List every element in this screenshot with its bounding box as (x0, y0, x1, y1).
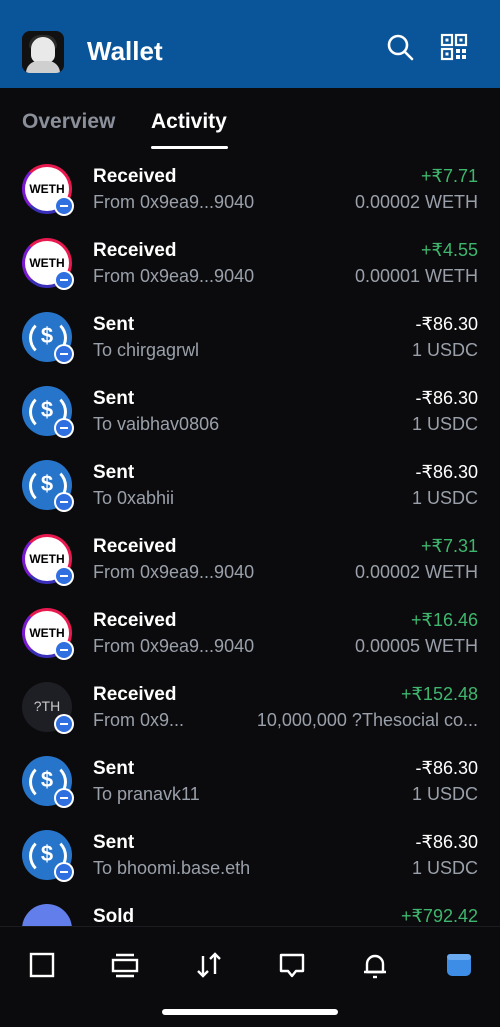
token-icon-label: WETH (29, 256, 65, 270)
activity-subtitle: From 0x9ea9...9040 (93, 562, 255, 582)
activity-subtitle: From 0x9ea9...9040 (93, 636, 255, 656)
activity-title: Received (93, 240, 177, 261)
activity-amount: +₹792.42 (400, 906, 478, 926)
activity-subtitle: To 0xabhii (93, 488, 175, 508)
token-icon-label: WETH (29, 626, 65, 640)
activity-subtitle: From 0x9ea9...9040 (93, 266, 255, 286)
activity-amount: -₹86.30 (415, 832, 479, 852)
network-badge-icon (54, 714, 74, 734)
activity-subtitle: From 0x9ea9...9040 (93, 192, 255, 212)
notifications-icon[interactable] (360, 950, 390, 980)
activity-title: Received (93, 166, 177, 187)
activity-subtitle: From 0x9... (93, 710, 185, 730)
network-badge-icon (54, 344, 74, 364)
qr-code-icon[interactable] (440, 33, 468, 61)
activity-row[interactable]: WETH Received From 0x9ea9...9040 +₹16.46 0.0… (0, 598, 500, 672)
network-badge-icon (54, 270, 74, 290)
tab-bar: Overview Activity (0, 88, 500, 154)
network-badge-icon (54, 640, 74, 660)
token-icon-label: WETH (29, 552, 65, 566)
profile-avatar[interactable] (22, 31, 64, 73)
activity-amount: -₹86.30 (415, 462, 479, 482)
network-badge-icon (54, 566, 74, 586)
activity-amount: +₹16.46 (410, 610, 478, 630)
activity-token-amount: 1 USDC (411, 858, 478, 878)
activity-title: Sent (93, 758, 135, 779)
activity-subtitle: To vaibhav0806 (93, 414, 220, 434)
page-title: Wallet (87, 36, 163, 66)
activity-amount: +₹7.71 (421, 166, 478, 186)
token-icon-label: WETH (29, 182, 65, 196)
activity-subtitle: To chirgagrwl (93, 340, 200, 360)
network-badge-icon (54, 788, 74, 808)
home-icon[interactable] (27, 950, 57, 980)
activity-amount: -₹86.30 (415, 388, 479, 408)
activity-amount: -₹86.30 (415, 758, 479, 778)
activity-token-amount: 0.00001 WETH (354, 266, 478, 286)
activity-row[interactable]: $ Sent To chirgagrwl -₹86.30 1 USDC (0, 302, 500, 376)
activity-row[interactable]: ?TH Received From 0x9... +₹152.48 10,000,000… (0, 672, 500, 746)
activity-title: Sent (93, 832, 135, 853)
activity-title: Received (93, 684, 177, 705)
activity-row[interactable]: WETH Received From 0x9ea9...9040 +₹4.55 0.00… (0, 228, 500, 302)
avatar-body (26, 61, 60, 73)
activity-title: Sent (93, 314, 135, 335)
network-badge-icon (54, 196, 74, 216)
activity-token-amount: 1 USDC (411, 414, 478, 434)
activity-row[interactable]: WETH Received From 0x9ea9...9040 +₹7.71 0.00… (0, 154, 500, 228)
tab-overview[interactable]: Overview (22, 110, 115, 134)
activity-row[interactable]: Sold +₹792.42 (0, 894, 500, 926)
eth-token-icon (22, 904, 72, 926)
activity-title: Sent (93, 388, 135, 409)
browser-icon[interactable] (110, 950, 140, 980)
activity-token-amount: 0.00005 WETH (354, 636, 478, 656)
activity-token-amount: 1 USDC (411, 784, 478, 804)
activity-token-amount: 1 USDC (411, 488, 478, 508)
messages-icon[interactable] (277, 950, 307, 980)
activity-title: Sold (93, 906, 135, 926)
activity-amount: -₹86.30 (415, 314, 479, 334)
activity-row[interactable]: $ Sent To vaibhav0806 -₹86.30 1 USDC (0, 376, 500, 450)
activity-token-amount: 10,000,000 ?Thesocial co... (256, 710, 478, 730)
activity-subtitle: To bhoomi.base.eth (93, 858, 251, 878)
activity-title: Sent (93, 462, 135, 483)
activity-token-amount: 0.00002 WETH (354, 562, 478, 582)
search-icon[interactable] (386, 33, 414, 61)
network-badge-icon (54, 492, 74, 512)
activity-amount: +₹4.55 (421, 240, 478, 260)
activity-list[interactable]: WETH Received From 0x9ea9...9040 +₹7.71 0.00… (0, 154, 500, 926)
app-header: Wallet (0, 0, 500, 88)
activity-row[interactable]: $ Sent To bhoomi.base.eth -₹86.30 1 USDC (0, 820, 500, 894)
token-icon-label: ?TH (33, 698, 61, 714)
activity-title: Received (93, 536, 177, 557)
activity-title: Received (93, 610, 177, 631)
home-indicator (162, 1009, 338, 1015)
activity-amount: +₹152.48 (400, 684, 478, 704)
wallet-icon[interactable] (444, 950, 474, 980)
tab-activity[interactable]: Activity (151, 110, 227, 134)
swap-icon[interactable] (194, 950, 224, 980)
network-badge-icon (54, 418, 74, 438)
activity-amount: +₹7.31 (421, 536, 478, 556)
activity-row[interactable]: $ Sent To 0xabhii -₹86.30 1 USDC (0, 450, 500, 524)
activity-row[interactable]: $ Sent To pranavk11 -₹86.30 1 USDC (0, 746, 500, 820)
activity-token-amount: 1 USDC (411, 340, 478, 360)
activity-token-amount: 0.00002 WETH (354, 192, 478, 212)
active-tab-indicator (151, 146, 228, 149)
activity-subtitle: To pranavk11 (93, 784, 200, 804)
network-badge-icon (54, 862, 74, 882)
activity-row[interactable]: WETH Received From 0x9ea9...9040 +₹7.31 0.00… (0, 524, 500, 598)
avatar-face (31, 37, 55, 63)
